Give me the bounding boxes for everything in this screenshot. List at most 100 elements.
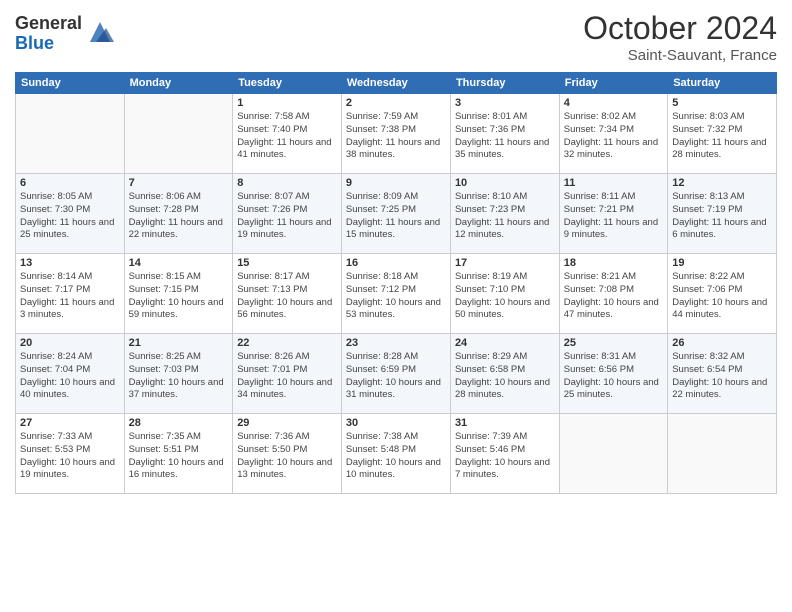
sunset-text: Sunset: 7:15 PM xyxy=(129,284,199,295)
header-monday: Monday xyxy=(124,73,233,94)
daylight-text: Daylight: 10 hours and 10 minutes. xyxy=(346,457,441,481)
logo-blue: Blue xyxy=(15,34,82,54)
sunrise-text: Sunrise: 8:15 AM xyxy=(129,271,201,282)
day-number: 4 xyxy=(564,97,663,109)
sunrise-text: Sunrise: 8:10 AM xyxy=(455,191,527,202)
day-info: Sunrise: 7:39 AMSunset: 5:46 PMDaylight:… xyxy=(455,431,555,482)
day-info: Sunrise: 8:32 AM Sunset: 6:54 PM Daylight:… xyxy=(672,351,772,402)
daylight-text: Daylight: 10 hours and 19 minutes. xyxy=(20,457,115,481)
calendar-cell: 9Sunrise: 8:09 AMSunset: 7:25 PMDaylight… xyxy=(341,174,450,254)
day-number: 3 xyxy=(455,97,555,109)
day-number: 10 xyxy=(455,177,555,189)
calendar-week-row: 13Sunrise: 8:14 AMSunset: 7:17 PMDayligh… xyxy=(16,254,777,334)
day-number: 28 xyxy=(129,417,229,429)
sunset-text: Sunset: 7:36 PM xyxy=(455,124,525,135)
logo-text: General Blue xyxy=(15,14,82,54)
sunrise-text: Sunrise: 8:21 AM xyxy=(564,271,636,282)
daylight-text: Daylight: 11 hours and 35 minutes. xyxy=(455,137,549,161)
day-number: 29 xyxy=(237,417,337,429)
calendar-header-row: Sunday Monday Tuesday Wednesday Thursday… xyxy=(16,73,777,94)
daylight-text: Daylight: 11 hours and 12 minutes. xyxy=(455,217,549,241)
day-info: Sunrise: 7:59 AMSunset: 7:38 PMDaylight:… xyxy=(346,111,446,162)
sunset-text: Sunset: 6:54 PM xyxy=(672,364,742,375)
sunrise-text: Sunrise: 8:06 AM xyxy=(129,191,201,202)
sunrise-text: Sunrise: 8:11 AM xyxy=(564,191,636,202)
sunrise-text: Sunrise: 8:32 AM xyxy=(672,351,744,362)
day-info: Sunrise: 8:22 AMSunset: 7:06 PMDaylight:… xyxy=(672,271,772,322)
sunset-text: Sunset: 6:56 PM xyxy=(564,364,634,375)
daylight-text: Daylight: 11 hours and 6 minutes. xyxy=(672,217,766,241)
calendar-cell: 28Sunrise: 7:35 AMSunset: 5:51 PMDayligh… xyxy=(124,414,233,494)
sunset-text: Sunset: 7:38 PM xyxy=(346,124,416,135)
daylight-text: Daylight: 10 hours and 53 minutes. xyxy=(346,297,441,321)
calendar-cell: 7Sunrise: 8:06 AMSunset: 7:28 PMDaylight… xyxy=(124,174,233,254)
sunset-text: Sunset: 7:23 PM xyxy=(455,204,525,215)
day-number: 11 xyxy=(564,177,663,189)
sunset-text: Sunset: 7:12 PM xyxy=(346,284,416,295)
calendar-cell: 27Sunrise: 7:33 AMSunset: 5:53 PMDayligh… xyxy=(16,414,125,494)
daylight-text: Daylight: 10 hours and 40 minutes. xyxy=(20,377,115,401)
sunset-text: Sunset: 5:53 PM xyxy=(20,444,90,455)
day-number: 5 xyxy=(672,97,772,109)
day-info: Sunrise: 8:11 AMSunset: 7:21 PMDaylight:… xyxy=(564,191,663,242)
calendar-cell: 17Sunrise: 8:19 AMSunset: 7:10 PMDayligh… xyxy=(450,254,559,334)
sunset-text: Sunset: 7:26 PM xyxy=(237,204,307,215)
sunset-text: Sunset: 6:59 PM xyxy=(346,364,416,375)
month-title: October 2024 xyxy=(583,10,777,47)
day-number: 23 xyxy=(346,337,446,349)
day-number: 21 xyxy=(129,337,229,349)
calendar-cell: 12Sunrise: 8:13 AMSunset: 7:19 PMDayligh… xyxy=(668,174,777,254)
day-number: 18 xyxy=(564,257,663,269)
calendar-cell: 25Sunrise: 8:31 AMSunset: 6:56 PMDayligh… xyxy=(559,334,667,414)
sunrise-text: Sunrise: 7:38 AM xyxy=(346,431,418,442)
daylight-text: Daylight: 11 hours and 25 minutes. xyxy=(20,217,114,241)
day-info: Sunrise: 8:21 AMSunset: 7:08 PMDaylight:… xyxy=(564,271,663,322)
sunrise-text: Sunrise: 8:03 AM xyxy=(672,111,744,122)
calendar-cell: 3 Sunrise: 8:01 AM Sunset: 7:36 PM Daylight… xyxy=(450,94,559,174)
sunrise-text: Sunrise: 8:05 AM xyxy=(20,191,92,202)
sunset-text: Sunset: 5:50 PM xyxy=(237,444,307,455)
calendar-cell: 6Sunrise: 8:05 AMSunset: 7:30 PMDaylight… xyxy=(16,174,125,254)
daylight-text: Daylight: 11 hours and 38 minutes. xyxy=(346,137,440,161)
sunrise-text: Sunrise: 8:29 AM xyxy=(455,351,527,362)
day-info: Sunrise: 8:25 AMSunset: 7:03 PMDaylight:… xyxy=(129,351,229,402)
calendar-cell: 19Sunrise: 8:22 AMSunset: 7:06 PMDayligh… xyxy=(668,254,777,334)
page: General Blue October 2024 Saint-Sauvant,… xyxy=(0,0,792,612)
daylight-text: Daylight: 10 hours and 22 minutes. xyxy=(672,377,767,401)
sunrise-text: Sunrise: 8:19 AM xyxy=(455,271,527,282)
calendar-week-row: 20Sunrise: 8:24 AMSunset: 7:04 PMDayligh… xyxy=(16,334,777,414)
calendar-cell: 5 Sunrise: 8:03 AMSunset: 7:32 PMDaylight… xyxy=(668,94,777,174)
calendar-cell: 13Sunrise: 8:14 AMSunset: 7:17 PMDayligh… xyxy=(16,254,125,334)
sunset-text: Sunset: 7:28 PM xyxy=(129,204,199,215)
calendar-week-row: 27Sunrise: 7:33 AMSunset: 5:53 PMDayligh… xyxy=(16,414,777,494)
day-info: Sunrise: 8:02 AMSunset: 7:34 PMDaylight:… xyxy=(564,111,663,162)
sunrise-text: Sunrise: 8:02 AM xyxy=(564,111,636,122)
day-info: Sunrise: 8:07 AMSunset: 7:26 PMDaylight:… xyxy=(237,191,337,242)
sunrise-text: Sunrise: 8:09 AM xyxy=(346,191,418,202)
header-wednesday: Wednesday xyxy=(341,73,450,94)
sunrise-text: Sunrise: 8:22 AM xyxy=(672,271,744,282)
calendar-cell: 8Sunrise: 8:07 AMSunset: 7:26 PMDaylight… xyxy=(233,174,342,254)
daylight-text: Daylight: 11 hours and 15 minutes. xyxy=(346,217,440,241)
day-info: Sunrise: 8:03 AMSunset: 7:32 PMDaylight:… xyxy=(672,111,772,162)
sunrise-text: Sunrise: 8:31 AM xyxy=(564,351,636,362)
sunrise-text: Sunrise: 7:33 AM xyxy=(20,431,92,442)
sunset-text: Sunset: 6:58 PM xyxy=(455,364,525,375)
sunset-text: Sunset: 7:10 PM xyxy=(455,284,525,295)
sunrise-text: Sunrise: 8:14 AM xyxy=(20,271,92,282)
day-number: 25 xyxy=(564,337,663,349)
sunrise-text: Sunrise: 7:39 AM xyxy=(455,431,527,442)
sunset-text: Sunset: 7:40 PM xyxy=(237,124,307,135)
calendar-cell: 10 Sunrise: 8:10 AM Sunset: 7:23 PM Dayligh… xyxy=(450,174,559,254)
calendar-cell: 22Sunrise: 8:26 AMSunset: 7:01 PMDayligh… xyxy=(233,334,342,414)
calendar-cell: 11 Sunrise: 8:11 AMSunset: 7:21 PMDayligh… xyxy=(559,174,667,254)
title-block: October 2024 Saint-Sauvant, France xyxy=(583,10,777,64)
day-number: 24 xyxy=(455,337,555,349)
daylight-text: Daylight: 10 hours and 59 minutes. xyxy=(129,297,224,321)
sunrise-text: Sunrise: 8:01 AM xyxy=(455,111,527,122)
calendar-cell: 30Sunrise: 7:38 AMSunset: 5:48 PMDayligh… xyxy=(341,414,450,494)
calendar-cell: 18 Sunrise: 8:21 AMSunset: 7:08 PMDayligh… xyxy=(559,254,667,334)
calendar-cell: 14Sunrise: 8:15 AMSunset: 7:15 PMDayligh… xyxy=(124,254,233,334)
day-number: 9 xyxy=(346,177,446,189)
day-info: Sunrise: 7:36 AMSunset: 5:50 PMDaylight:… xyxy=(237,431,337,482)
